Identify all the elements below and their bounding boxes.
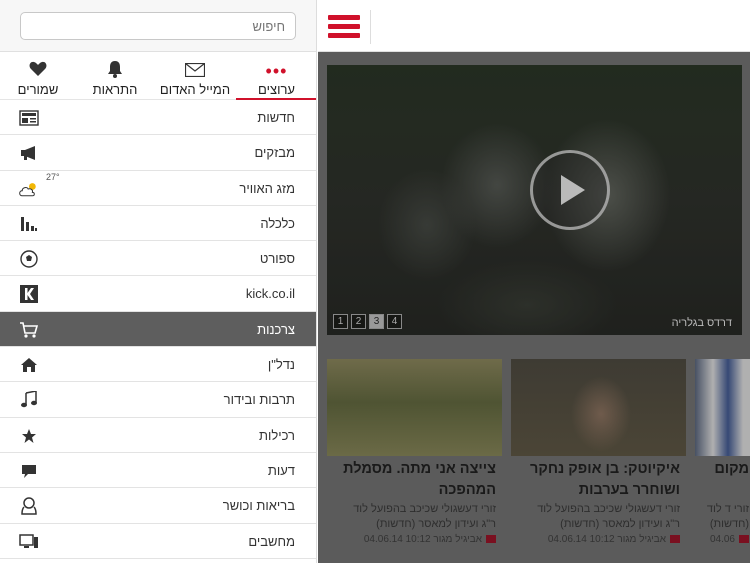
article-thumbnail (327, 359, 502, 456)
side-drawer: ••• ערוצים המייל האדום התראות שמורים חדש… (0, 0, 317, 563)
divider (370, 10, 371, 44)
menu-item-label: כלכלה (260, 215, 295, 231)
menu-item-consumer[interactable]: צרכנות (0, 311, 316, 348)
tab-red-mail[interactable]: המייל האדום (154, 52, 236, 100)
menu-item-sport[interactable]: ספורט (0, 241, 316, 277)
menu-item-opinions[interactable]: דעות (0, 453, 316, 489)
top-bar (318, 0, 750, 52)
article-title: מקום (714, 461, 749, 477)
soccer-ball-icon (18, 249, 40, 269)
home-icon (18, 355, 40, 375)
menu-item-label: מזג האוויר (239, 180, 295, 196)
bar-chart-icon (18, 214, 40, 234)
video-icon (670, 535, 680, 544)
hero-pager: 1 2 3 4 (333, 314, 402, 329)
menu-item-weather[interactable]: 27° מזג האוויר (0, 171, 316, 206)
article-card[interactable]: מקום זורי ד לוד (חדשות) 04.06 (695, 359, 750, 563)
article-card[interactable]: איקיוטק: בן אופק נחקר ושוחרר בערבות זורי… (511, 359, 686, 563)
video-icon (486, 535, 496, 544)
menu-item-label: מחשבים (248, 533, 295, 549)
article-byline: אביגיל מגור 10:12 04.06.14 (363, 534, 482, 545)
menu-item-kick[interactable]: kick.co.il (0, 276, 316, 312)
play-icon[interactable] (530, 150, 610, 230)
menu-item-gossip[interactable]: רכילות (0, 418, 316, 453)
page-dot[interactable]: 1 (333, 314, 348, 329)
drawer-tabs: ••• ערוצים המייל האדום התראות שמורים (0, 52, 316, 100)
menu-item-label: kick.co.il (245, 286, 295, 302)
tab-channels[interactable]: ••• ערוצים (236, 52, 316, 100)
tab-label: התראות (92, 82, 138, 97)
menu-item-culture[interactable]: תרבות ובידור (0, 382, 316, 418)
page-dot[interactable]: 4 (387, 314, 402, 329)
article-summary: זורי דעשגולי שכיכב בהפועל לוד ר"ג ועידון… (537, 503, 680, 530)
article-title: צייצה אני מתה. מסמלת המהפכה (343, 461, 496, 498)
article-summary: זורי דעשגולי שכיכב בהפועל לוד ר"ג ועידון… (353, 503, 496, 530)
article-card[interactable]: צייצה אני מתה. מסמלת המהפכה זורי דעשגולי… (327, 359, 502, 563)
menu-item-label: מבזקים (254, 145, 295, 161)
bell-icon (76, 60, 154, 82)
main-content: 1 2 3 4 דרדס בגלריה צייצה אני מתה. מסמלת… (318, 0, 750, 563)
article-thumbnail (511, 359, 686, 456)
menu-item-label: דעות (267, 462, 295, 478)
article-meta: 04.06 (695, 534, 749, 545)
menu-item-label: חדשות (257, 110, 295, 125)
newspaper-icon (18, 108, 40, 128)
menu-item-label: צרכנות (257, 321, 295, 337)
article-byline: 04.06 (709, 534, 735, 545)
article-meta: אביגיל מגור 10:12 04.06.14 (520, 534, 680, 545)
tab-label: המייל האדום (159, 82, 231, 97)
weather-icon (18, 179, 40, 199)
hero-caption: דרדס בגלריה (671, 317, 732, 329)
shopping-cart-icon (18, 320, 40, 340)
mail-icon (154, 60, 236, 82)
heart-icon (0, 60, 76, 82)
menu-item-real-estate[interactable]: נדל"ן (0, 347, 316, 383)
article-byline: אביגיל מגור 10:12 04.06.14 (547, 534, 666, 545)
page-dot-active[interactable]: 3 (369, 314, 384, 329)
article-summary: זורי ד לוד (חדשות) (706, 503, 749, 530)
hamburger-menu-icon[interactable] (328, 15, 360, 39)
menu-item-health[interactable]: בריאות וכושר (0, 488, 316, 524)
article-title: איקיוטק: בן אופק נחקר ושוחרר בערבות (530, 461, 680, 498)
article-thumbnail (695, 359, 750, 456)
speech-bubble-icon (18, 461, 40, 481)
star-icon (18, 426, 40, 446)
person-icon (18, 496, 40, 516)
tab-alerts[interactable]: התראות (76, 52, 154, 100)
more-dots-icon: ••• (265, 61, 288, 81)
tab-label: ערוצים (258, 82, 295, 97)
menu-item-label: תרבות ובידור (223, 392, 295, 408)
megaphone-icon (18, 143, 40, 163)
tab-saved[interactable]: שמורים (0, 52, 76, 100)
menu-item-label: ספורט (259, 251, 295, 267)
page-dot[interactable]: 2 (351, 314, 366, 329)
menu-item-computers[interactable]: מחשבים (0, 524, 316, 559)
kick-logo-icon (18, 284, 40, 304)
hero-video[interactable]: 1 2 3 4 דרדס בגלריה (327, 65, 742, 335)
menu-item-label: בריאות וכושר (222, 498, 295, 514)
menu-item-label: רכילות (258, 427, 295, 443)
search-input[interactable] (20, 12, 296, 40)
channel-menu: חדשות מבזקים 27° מזג האוויר כלכלה ספורט … (0, 100, 316, 559)
tab-label: שמורים (17, 82, 59, 97)
temperature-label: 27° (46, 171, 60, 182)
computer-icon (18, 532, 40, 552)
menu-item-label: נדל"ן (267, 357, 295, 373)
music-note-icon (18, 390, 40, 410)
menu-item-flashes[interactable]: מבזקים (0, 135, 316, 171)
video-icon (739, 535, 749, 544)
menu-item-news[interactable]: חדשות (0, 100, 316, 136)
menu-item-economy[interactable]: כלכלה (0, 206, 316, 242)
search-bar (0, 0, 316, 52)
article-meta: אביגיל מגור 10:12 04.06.14 (336, 534, 496, 545)
